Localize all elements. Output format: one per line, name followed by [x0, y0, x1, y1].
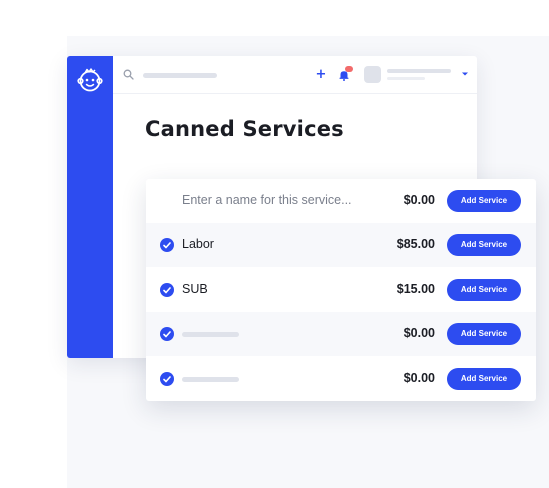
- user-name-placeholder: [387, 69, 451, 73]
- add-service-button[interactable]: Add Service: [447, 234, 521, 256]
- page-title: Canned Services: [145, 117, 344, 141]
- service-price: $15.00: [396, 282, 435, 296]
- user-role-placeholder: [387, 77, 425, 80]
- service-name-placeholder: [182, 377, 239, 382]
- check-icon[interactable]: [160, 238, 174, 252]
- sidebar: [67, 56, 113, 358]
- service-row: $0.00 Add Service: [146, 357, 536, 401]
- add-service-button[interactable]: Add Service: [447, 190, 521, 212]
- monkey-logo-icon[interactable]: [76, 66, 104, 94]
- add-service-button[interactable]: Add Service: [447, 279, 521, 301]
- service-name: SUB: [182, 282, 208, 296]
- chevron-down-icon[interactable]: [461, 71, 469, 77]
- top-bar: +: [113, 56, 477, 94]
- services-card: Enter a name for this service... $0.00 A…: [146, 179, 536, 401]
- service-row: $0.00 Add Service: [146, 312, 536, 356]
- service-name-input[interactable]: Enter a name for this service...: [182, 193, 352, 207]
- search-icon[interactable]: [123, 69, 134, 80]
- service-row: Labor $85.00 Add Service: [146, 223, 536, 267]
- app-stage: + Canned Services Enter a name for this …: [0, 0, 549, 488]
- notification-badge: [345, 66, 353, 72]
- service-price: $85.00: [396, 237, 435, 251]
- avatar[interactable]: [364, 66, 381, 83]
- check-icon[interactable]: [160, 372, 174, 386]
- service-row: SUB $15.00 Add Service: [146, 268, 536, 312]
- add-service-button[interactable]: Add Service: [447, 323, 521, 345]
- new-service-row: Enter a name for this service... $0.00 A…: [146, 179, 536, 223]
- check-icon[interactable]: [160, 327, 174, 341]
- add-service-button[interactable]: Add Service: [447, 368, 521, 390]
- search-input[interactable]: [143, 73, 217, 78]
- service-price: $0.00: [403, 193, 435, 207]
- service-name-placeholder: [182, 332, 239, 337]
- plus-icon[interactable]: +: [315, 68, 327, 81]
- service-price: $0.00: [403, 371, 435, 385]
- service-price: $0.00: [403, 326, 435, 340]
- service-name: Labor: [182, 237, 214, 251]
- check-icon[interactable]: [160, 283, 174, 297]
